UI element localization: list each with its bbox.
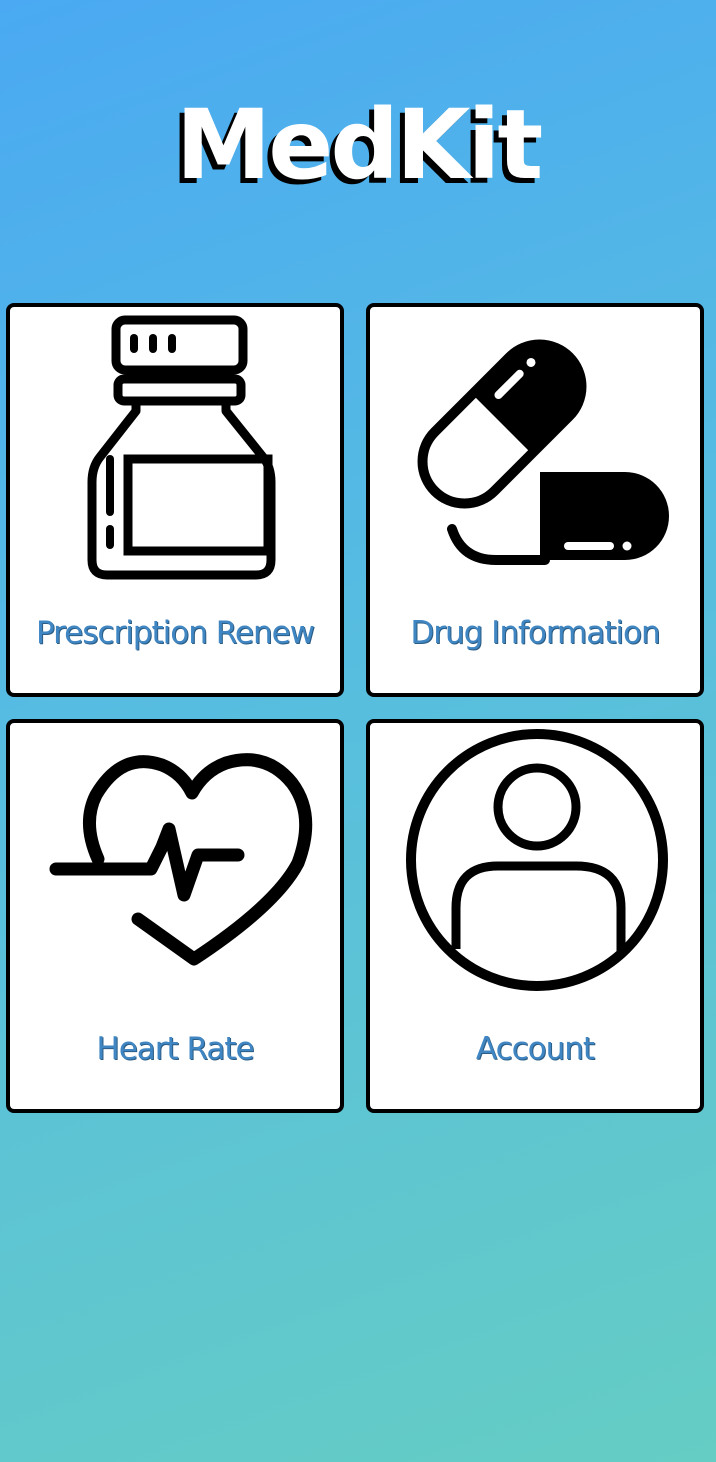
account-label: Account bbox=[475, 1031, 595, 1067]
heart-rate-label: Heart Rate bbox=[96, 1031, 254, 1067]
drug-information-label: Drug Information bbox=[410, 615, 660, 651]
account-button[interactable]: Account bbox=[366, 719, 704, 1113]
user-account-icon bbox=[370, 723, 700, 1013]
prescription-renew-button[interactable]: Prescription Renew bbox=[6, 303, 344, 697]
heart-rate-button[interactable]: Heart Rate bbox=[6, 719, 344, 1113]
app-title: MedKit bbox=[175, 89, 544, 201]
prescription-renew-label: Prescription Renew bbox=[35, 615, 315, 651]
drug-information-button[interactable]: Drug Information bbox=[366, 303, 704, 697]
capsules-icon bbox=[370, 307, 700, 597]
pill-bottle-icon bbox=[10, 307, 340, 597]
heart-pulse-icon bbox=[10, 723, 340, 1013]
